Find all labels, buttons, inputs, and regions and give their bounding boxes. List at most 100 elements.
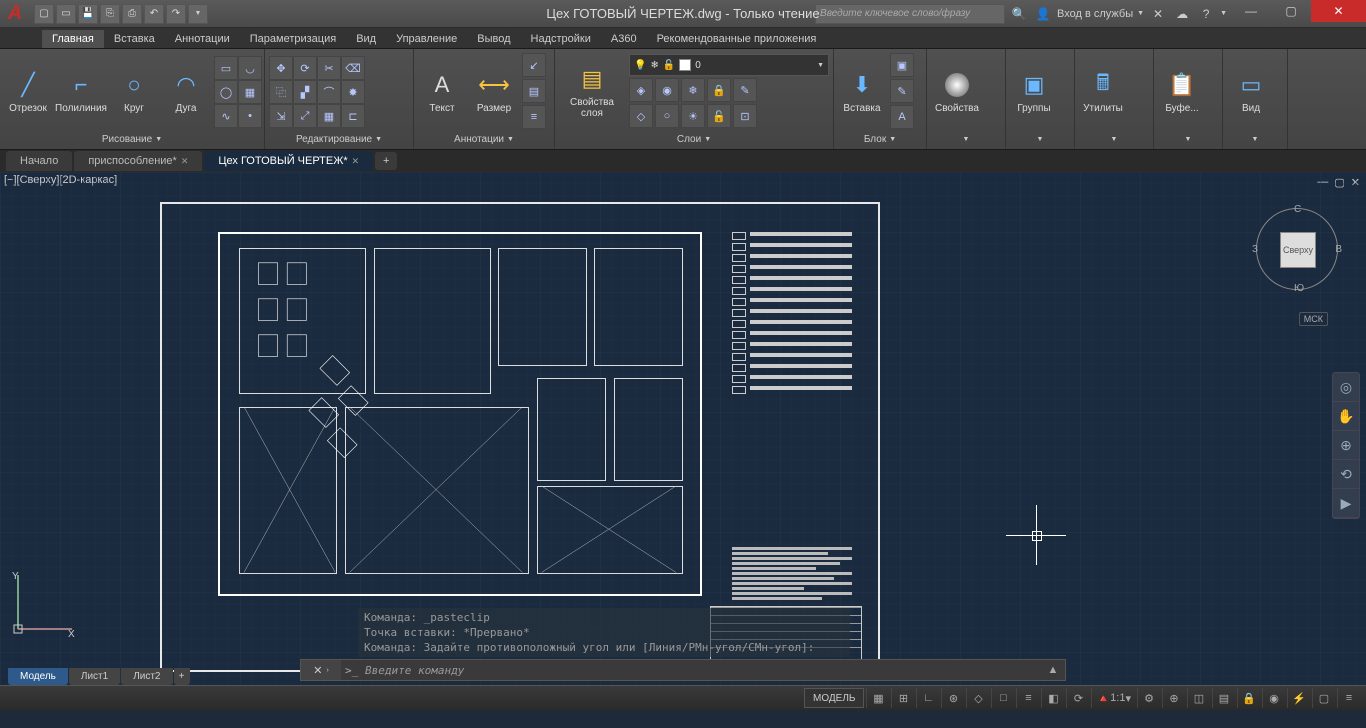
ribbon-tab-manage[interactable]: Управление [386, 30, 467, 48]
point-icon[interactable]: • [238, 104, 262, 128]
scale-icon[interactable]: ⤢ [293, 104, 317, 128]
snap-toggle-icon[interactable]: ⊞ [891, 688, 914, 708]
line-button[interactable]: ╱Отрезок [4, 67, 52, 116]
ribbon-tab-insert[interactable]: Вставка [104, 30, 165, 48]
create-block-icon[interactable]: ▣ [890, 53, 914, 77]
rotate-icon[interactable]: ⟳ [293, 56, 317, 80]
ribbon-tab-a360[interactable]: A360 [601, 30, 647, 48]
new-tab-button[interactable]: + [375, 152, 397, 170]
ucs-icon[interactable]: Y X [8, 569, 78, 639]
dimension-button[interactable]: ⟷Размер [470, 67, 518, 116]
mirror-icon[interactable]: ▞ [293, 80, 317, 104]
circle-button[interactable]: ○Круг [110, 67, 158, 116]
search-icon[interactable]: 🔍 [1009, 4, 1029, 24]
ribbon-tab-parametric[interactable]: Параметризация [240, 30, 346, 48]
layout-add-button[interactable]: + [174, 668, 190, 685]
text-button[interactable]: AТекст [418, 67, 466, 116]
layer-uniso-icon[interactable]: ◇ [629, 104, 653, 128]
groups-button[interactable]: ▣Группы [1010, 67, 1058, 116]
utils-button[interactable]: 🖩Утилиты [1079, 67, 1127, 116]
anno-monitor-icon[interactable]: ⊕ [1162, 688, 1185, 708]
polar-toggle-icon[interactable]: ⊛ [941, 688, 964, 708]
maximize-button[interactable]: ▢ [1271, 0, 1311, 22]
cycling-toggle-icon[interactable]: ⟳ [1066, 688, 1089, 708]
view-button[interactable]: ▭Вид [1227, 67, 1275, 116]
layer-unlock-icon[interactable]: 🔓 [707, 104, 731, 128]
qat-open-icon[interactable]: ▭ [56, 4, 76, 24]
layer-thaw-icon[interactable]: ☀ [681, 104, 705, 128]
grid-toggle-icon[interactable]: ▦ [866, 688, 889, 708]
ribbon-tab-featured[interactable]: Рекомендованные приложения [647, 30, 827, 48]
help-search-input[interactable]: Введите ключевое слово/фразу [815, 4, 1005, 24]
paste-button[interactable]: 📋Буфе... [1158, 67, 1206, 116]
layer-lock-icon[interactable]: 🔒 [707, 78, 731, 102]
close-tab-icon[interactable]: ✕ [352, 156, 360, 167]
layer-match-icon[interactable]: ✎ [733, 78, 757, 102]
qat-new-icon[interactable]: ▢ [34, 4, 54, 24]
spline-icon[interactable]: ∿ [214, 104, 238, 128]
props-button[interactable]: Свойства [931, 67, 983, 116]
showmotion-icon[interactable]: ▶ [1333, 489, 1359, 518]
fillet-icon[interactable]: ⌒ [317, 80, 341, 104]
anno-scale[interactable]: 🔺 1:1 ▾ [1091, 688, 1135, 708]
array-icon[interactable]: ▦ [317, 104, 341, 128]
attrib-icon[interactable]: A [890, 105, 914, 129]
hardware-icon[interactable]: ⚡ [1287, 688, 1310, 708]
units-icon[interactable]: ◫ [1187, 688, 1210, 708]
layout-tab-2[interactable]: Лист2 [121, 668, 172, 685]
signin-icon[interactable]: 👤 [1033, 4, 1053, 24]
wcs-label[interactable]: МСК [1299, 312, 1328, 326]
viewcube[interactable]: Сверху С Ю В З [1252, 204, 1342, 294]
hatch-icon[interactable]: ▦ [238, 80, 262, 104]
table-icon[interactable]: ▤ [522, 79, 546, 103]
pan-icon[interactable]: ✋ [1333, 402, 1359, 431]
doc-tab-1[interactable]: приспособление*✕ [74, 151, 202, 171]
layer-props-button[interactable]: ▤Свойства слоя [559, 61, 625, 121]
layout-tab-1[interactable]: Лист1 [69, 668, 120, 685]
ribbon-tab-output[interactable]: Вывод [467, 30, 520, 48]
layer-off-icon[interactable]: ◉ [655, 78, 679, 102]
ribbon-tab-view[interactable]: Вид [346, 30, 386, 48]
qat-plot-icon[interactable]: ⎙ [122, 4, 142, 24]
layer-on-icon[interactable]: ○ [655, 104, 679, 128]
customize-icon[interactable]: ≡ [1337, 688, 1360, 708]
osnap-toggle-icon[interactable]: □ [991, 688, 1014, 708]
command-input[interactable]: Введите команду [341, 664, 1041, 677]
command-line[interactable]: ✕ › Введите команду ▲ [300, 659, 1066, 681]
exchange-icon[interactable]: ✕ [1148, 4, 1168, 24]
workspace-icon[interactable]: ⚙ [1137, 688, 1160, 708]
lock-ui-icon[interactable]: 🔒 [1237, 688, 1260, 708]
doc-tab-2[interactable]: Цех ГОТОВЫЙ ЧЕРТЕЖ*✕ [204, 151, 373, 171]
erase-icon[interactable]: ⌫ [341, 56, 365, 80]
cloud-icon[interactable]: ☁ [1172, 4, 1192, 24]
ellipse-icon[interactable]: ◯ [214, 80, 238, 104]
quick-props-icon[interactable]: ▤ [1212, 688, 1235, 708]
qat-more-icon[interactable]: ▼ [188, 4, 208, 24]
app-logo-large[interactable] [0, 27, 40, 47]
arc-button[interactable]: ◠Дуга [162, 67, 210, 116]
doc-tab-start[interactable]: Начало [6, 151, 72, 171]
layout-tab-model[interactable]: Модель [8, 668, 68, 685]
explode-icon[interactable]: ✸ [341, 80, 365, 104]
minimize-button[interactable]: — [1231, 0, 1271, 22]
model-space-button[interactable]: МОДЕЛЬ [804, 688, 864, 708]
rect-icon[interactable]: ▭ [214, 56, 238, 80]
steering-wheel-icon[interactable]: ◎ [1333, 373, 1359, 402]
edit-block-icon[interactable]: ✎ [890, 79, 914, 103]
layer-freeze-icon[interactable]: ❄ [681, 78, 705, 102]
polyline-button[interactable]: ⌐Полилиния [56, 67, 106, 116]
ribbon-tab-addins[interactable]: Надстройки [521, 30, 601, 48]
move-icon[interactable]: ✥ [269, 56, 293, 80]
ortho-toggle-icon[interactable]: ∟ [916, 688, 939, 708]
cmd-recent-icon[interactable]: ▲ [1041, 664, 1065, 676]
qat-undo-icon[interactable]: ↶ [144, 4, 164, 24]
layer-dropdown[interactable]: 💡 ❄ 🔓 0 ▼ [629, 54, 829, 76]
qat-save-icon[interactable]: 💾 [78, 4, 98, 24]
orbit-icon[interactable]: ⟲ [1333, 460, 1359, 489]
stretch-icon[interactable]: ⇲ [269, 104, 293, 128]
clean-screen-icon[interactable]: ▢ [1312, 688, 1335, 708]
drawing-viewport[interactable]: [−][Сверху][2D-каркас] — ▢ ✕ Сверху С Ю … [0, 172, 1366, 685]
help-icon[interactable]: ? [1196, 4, 1216, 24]
isoplane-toggle-icon[interactable]: ◇ [966, 688, 989, 708]
zoom-extents-icon[interactable]: ⊕ [1333, 431, 1359, 460]
